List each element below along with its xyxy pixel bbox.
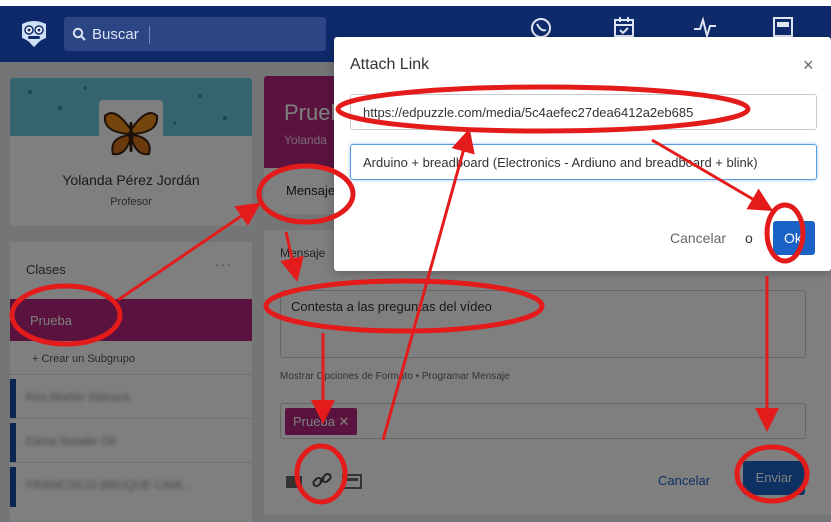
- modal-title: Attach Link: [350, 56, 430, 73]
- search-divider: [149, 26, 150, 44]
- edmodo-logo-icon[interactable]: [18, 18, 50, 48]
- modal-or-text: o: [745, 230, 753, 246]
- attach-link-modal: Attach Link × https://edpuzzle.com/media…: [334, 37, 831, 271]
- modal-cancel-button[interactable]: Cancelar: [670, 230, 726, 246]
- link-title-value: Arduino + breadboard (Electronics - Ardi…: [363, 155, 758, 170]
- close-icon[interactable]: ×: [803, 55, 814, 76]
- top-edge: [0, 0, 831, 6]
- search-placeholder: Buscar: [92, 26, 139, 43]
- search-box[interactable]: Buscar: [64, 17, 326, 51]
- url-value: https://edpuzzle.com/media/5c4aefec27dea…: [363, 105, 694, 120]
- link-title-input[interactable]: Arduino + breadboard (Electronics - Ardi…: [350, 144, 817, 180]
- search-icon: [72, 27, 86, 41]
- url-input[interactable]: https://edpuzzle.com/media/5c4aefec27dea…: [350, 94, 817, 130]
- ok-button[interactable]: Ok: [773, 221, 815, 255]
